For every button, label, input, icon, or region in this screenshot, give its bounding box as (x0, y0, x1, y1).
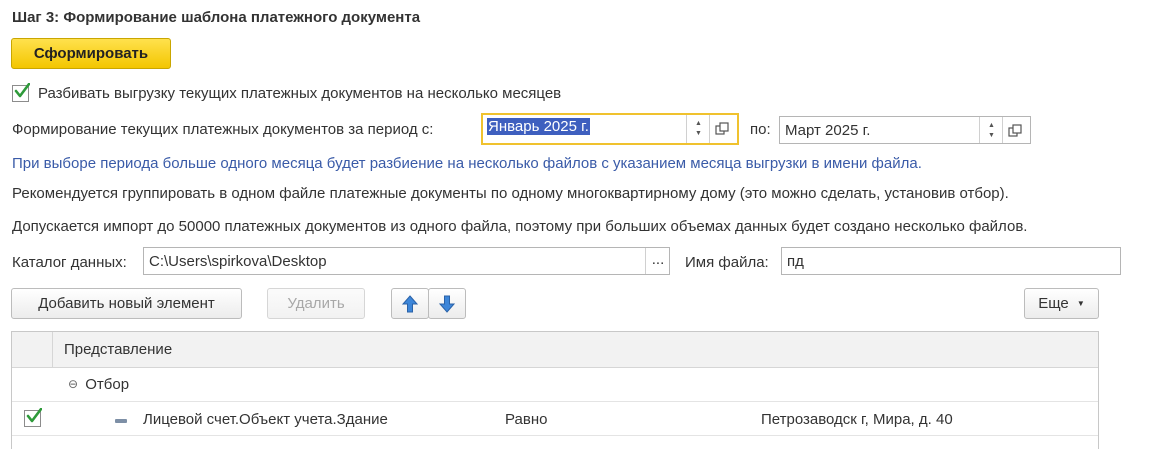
period-to-open-button[interactable] (1002, 117, 1031, 143)
collapse-icon[interactable]: ⊖ (68, 377, 78, 391)
row-value: Петрозаводск г, Мира, д. 40 (761, 411, 953, 428)
arrow-up-icon (401, 295, 419, 313)
period-from-open-button[interactable] (709, 115, 738, 143)
catalog-field[interactable]: C:\Users\spirkova\Desktop ... (143, 247, 670, 275)
split-checkbox-label: Разбивать выгрузку текущих платежных док… (38, 85, 562, 102)
more-button[interactable]: Еще ▼ (1024, 288, 1099, 319)
filename-label: Имя файла: (685, 254, 769, 271)
table-row[interactable]: Лицевой счет.Объект учета.Здание Равно П… (12, 402, 1098, 435)
catalog-browse-button[interactable]: ... (645, 248, 670, 274)
split-checkbox[interactable] (12, 83, 30, 102)
period-label: Формирование текущих платежных документо… (12, 121, 434, 138)
filter-item-icon (115, 419, 127, 423)
recommend-text: Рекомендуется группировать в одном файле… (12, 185, 1009, 202)
limit-text: Допускается импорт до 50000 платежных до… (12, 218, 1028, 235)
step-title: Шаг 3: Формирование шаблона платежного д… (12, 9, 421, 26)
row-field: Лицевой счет.Объект учета.Здание (143, 411, 388, 428)
delete-button[interactable]: Удалить (267, 288, 365, 319)
row-comparison: Равно (505, 411, 548, 428)
move-up-button[interactable] (391, 288, 429, 319)
arrow-down-icon (438, 295, 456, 313)
row-use-checkbox[interactable] (24, 408, 42, 427)
grid-header-presentation: Представление (64, 341, 173, 358)
period-to-spinner[interactable]: ▲ ▼ (979, 117, 1002, 143)
group-row[interactable]: ⊖ Отбор (68, 376, 129, 393)
period-from-spinner[interactable]: ▲ ▼ (686, 115, 709, 143)
catalog-value: C:\Users\spirkova\Desktop (149, 253, 327, 270)
period-from-value: Январь 2025 г. (487, 118, 590, 135)
filter-grid[interactable]: Представление ⊖ Отбор Лицевой счет.Объек… (11, 331, 1099, 449)
more-button-label: Еще (1038, 295, 1069, 312)
filename-field[interactable]: пд (781, 247, 1121, 275)
open-form-icon (1008, 124, 1022, 137)
open-form-icon (715, 122, 729, 135)
spin-down-icon[interactable]: ▼ (988, 132, 995, 139)
move-down-button[interactable] (428, 288, 466, 319)
period-to-label: по: (750, 121, 771, 138)
spin-up-icon[interactable]: ▲ (695, 120, 702, 127)
dropdown-arrow-icon: ▼ (1076, 299, 1085, 308)
catalog-label: Каталог данных: (12, 254, 127, 271)
grid-header: Представление (12, 332, 1098, 368)
form-button[interactable]: Сформировать (11, 38, 171, 69)
checkmark-icon (14, 83, 30, 98)
filename-value: пд (787, 253, 804, 270)
spin-up-icon[interactable]: ▲ (988, 122, 995, 129)
spin-down-icon[interactable]: ▼ (695, 130, 702, 137)
period-to-value: Март 2025 г. (785, 122, 871, 139)
period-from-field[interactable]: Январь 2025 г. ▲ ▼ (481, 113, 739, 145)
checkmark-icon (26, 408, 42, 423)
period-to-field[interactable]: Март 2025 г. ▲ ▼ (779, 116, 1031, 144)
info-note: При выборе периода больше одного месяца … (12, 155, 922, 172)
add-element-button[interactable]: Добавить новый элемент (11, 288, 242, 319)
group-label: Отбор (85, 376, 130, 393)
